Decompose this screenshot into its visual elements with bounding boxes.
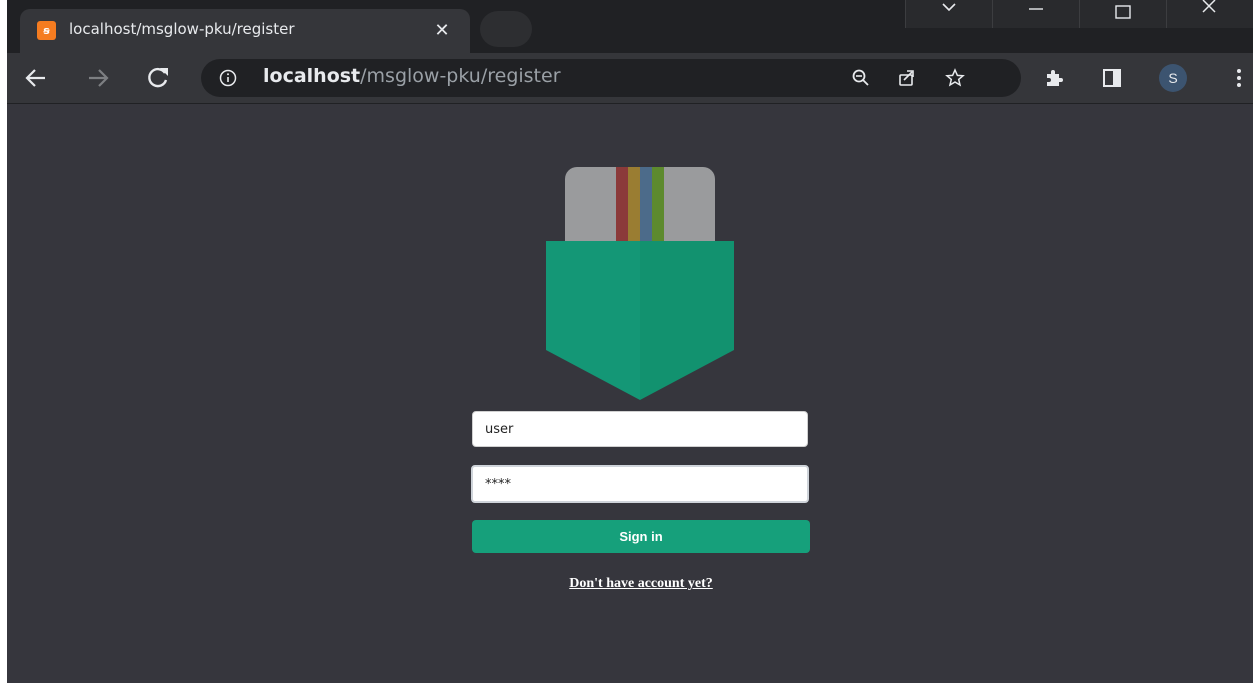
xampp-favicon-icon: ꞩ (37, 21, 56, 40)
menu-kebab-icon[interactable] (1228, 67, 1250, 89)
profile-avatar[interactable]: S (1159, 64, 1187, 92)
url-host: localhost (263, 65, 361, 87)
back-arrow-icon[interactable] (21, 63, 51, 93)
tab-title: localhost/msglow-pku/register (69, 20, 295, 38)
address-bar[interactable]: localhost/msglow-pku/register (201, 59, 1021, 97)
tab-strip: ꞩ localhost/msglow-pku/register ✕ (7, 0, 1253, 53)
share-icon[interactable] (897, 68, 917, 88)
side-panel-icon[interactable] (1101, 67, 1123, 89)
zoom-icon[interactable] (851, 68, 871, 88)
url-path: /msglow-pku/register (360, 65, 561, 87)
browser-window: ꞩ localhost/msglow-pku/register ✕ localh… (7, 0, 1253, 683)
maximize-button[interactable] (1079, 0, 1166, 28)
password-input[interactable] (471, 465, 809, 503)
browser-toolbar: localhost/msglow-pku/register S (7, 53, 1253, 104)
maximize-icon (1115, 5, 1131, 19)
minimize-icon (1029, 8, 1043, 10)
sign-in-button[interactable]: Sign in (472, 520, 810, 553)
chevron-down-icon (942, 3, 956, 12)
extensions-puzzle-icon[interactable] (1043, 67, 1065, 89)
minimize-button[interactable] (992, 0, 1079, 28)
forward-arrow-icon[interactable] (83, 63, 113, 93)
register-link[interactable]: Don't have account yet? (472, 576, 810, 592)
app-logo-icon (546, 167, 734, 400)
window-controls (905, 0, 1253, 28)
url-text[interactable]: localhost/msglow-pku/register (263, 65, 561, 87)
browser-tab[interactable]: ꞩ localhost/msglow-pku/register ✕ (20, 9, 470, 53)
username-input[interactable] (472, 411, 808, 447)
close-window-button[interactable] (1166, 0, 1253, 28)
new-tab-button[interactable] (480, 11, 532, 47)
close-tab-icon[interactable]: ✕ (431, 19, 453, 41)
login-page: Sign in Don't have account yet? (7, 104, 1253, 683)
tab-search-button[interactable] (905, 0, 992, 28)
bookmark-star-icon[interactable] (945, 68, 965, 88)
close-icon (1202, 0, 1216, 13)
reload-icon[interactable] (143, 63, 173, 93)
info-icon[interactable] (219, 69, 237, 87)
